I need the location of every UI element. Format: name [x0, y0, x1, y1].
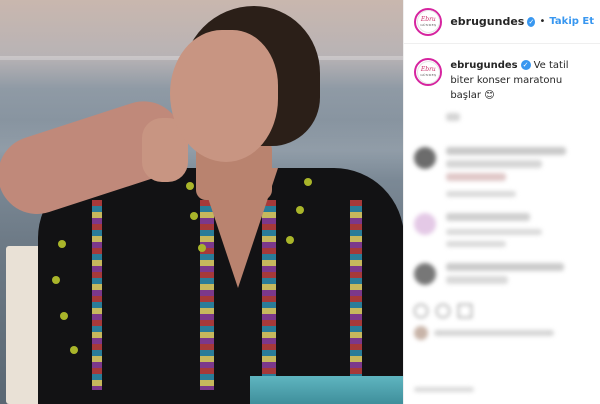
avatar-logo: Ebru GÜNDEŞ	[416, 10, 440, 33]
avatar	[414, 213, 437, 235]
post-side-panel: Ebru GÜNDEŞ ebrugundes ✓ • Takip Et Ebru…	[403, 0, 600, 404]
post-photo[interactable]	[0, 0, 404, 404]
separator-dot: •	[539, 16, 546, 27]
like-icon[interactable]	[414, 304, 429, 318]
avatar-logo: Ebru GÜNDEŞ	[416, 60, 440, 84]
list-item	[404, 257, 600, 295]
instagram-post: Ebru GÜNDEŞ ebrugundes ✓ • Takip Et Ebru…	[0, 0, 600, 404]
caption-row: Ebru GÜNDEŞ ebrugundes ✓ Ve tatil biter ko…	[404, 44, 600, 111]
neckline	[198, 168, 278, 288]
share-icon[interactable]	[458, 304, 473, 318]
pompom	[304, 178, 312, 186]
table-edge	[250, 376, 404, 404]
profile-avatar[interactable]: Ebru GÜNDEŞ	[414, 7, 443, 36]
comment-icon[interactable]	[436, 304, 451, 318]
face	[170, 30, 278, 162]
avatar	[414, 263, 437, 285]
pompom	[52, 276, 60, 284]
verified-badge-icon: ✓	[520, 60, 531, 70]
chair	[6, 246, 42, 404]
follow-button[interactable]: Takip Et	[549, 16, 594, 27]
post-actions	[414, 300, 555, 340]
pompom	[198, 244, 206, 252]
pompom	[58, 240, 66, 248]
comment-box	[414, 387, 564, 392]
username-link[interactable]: ebrugundes	[450, 15, 524, 28]
pompom	[70, 346, 78, 354]
avatar-logo-line1: Ebru	[420, 15, 436, 23]
dress-embroidery	[350, 200, 362, 390]
pompom	[286, 236, 294, 244]
caption-avatar[interactable]: Ebru GÜNDEŞ	[414, 58, 443, 86]
caption-username[interactable]: ebrugundes	[450, 60, 517, 71]
pompom	[296, 206, 304, 214]
blurred-comments	[404, 111, 600, 295]
dress-embroidery	[92, 200, 102, 390]
avatar	[414, 326, 429, 340]
avatar-logo-line2: GÜNDEŞ	[420, 73, 437, 77]
avatar-logo-line2: GÜNDEŞ	[420, 22, 437, 27]
avatar	[414, 113, 436, 135]
post-header: Ebru GÜNDEŞ ebrugundes ✓ • Takip Et	[404, 0, 600, 44]
list-item	[404, 207, 600, 253]
list-item	[404, 141, 600, 203]
pompom	[186, 182, 194, 190]
caption: ebrugundes ✓ Ve tatil biter konser maraton…	[450, 58, 594, 103]
list-item	[404, 111, 600, 141]
pompom	[190, 212, 198, 220]
verified-badge-icon: ✓	[527, 16, 536, 27]
pompom	[60, 312, 68, 320]
avatar	[414, 147, 437, 169]
